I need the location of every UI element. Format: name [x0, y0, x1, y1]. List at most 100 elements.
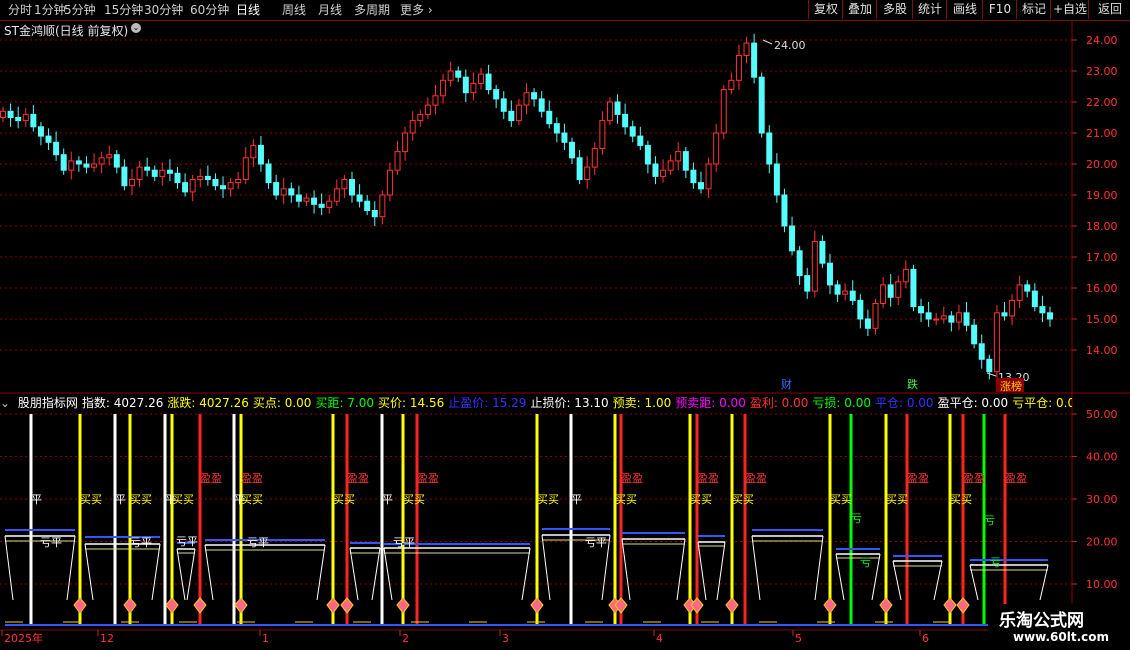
- band-edge: [4, 535, 14, 601]
- buy-signal-text: 买买: [732, 493, 754, 506]
- price-axis-label: 21.00: [1086, 127, 1118, 140]
- candle-body: [204, 175, 211, 180]
- high-price-label: 24.00: [774, 39, 806, 52]
- profit-signal-text: 盈盈: [200, 472, 222, 485]
- candle-body: [918, 306, 925, 314]
- band-edge: [892, 560, 902, 601]
- loss-signal-text: 亏: [851, 512, 862, 525]
- candle-body: [349, 179, 355, 196]
- signal-gem: [943, 597, 957, 614]
- band-edge: [151, 543, 161, 601]
- candle-body: [273, 182, 280, 196]
- indicator-field: 买价: 14.56: [378, 396, 445, 410]
- band-edge: [541, 534, 551, 601]
- candle-body: [250, 144, 257, 159]
- band-edge: [316, 544, 326, 601]
- candle-body: [280, 188, 287, 196]
- band-edge: [383, 547, 393, 601]
- candle-body: [796, 250, 803, 277]
- band-edge: [835, 553, 845, 601]
- candle-body: [933, 318, 940, 321]
- candle-body: [455, 70, 462, 78]
- candle-body: [675, 151, 682, 162]
- candle-body: [743, 42, 750, 56]
- watermark-title: 乐淘公式网: [999, 611, 1084, 631]
- candle-body: [7, 110, 14, 119]
- band-edge: [521, 547, 531, 601]
- candle-body: [606, 101, 613, 122]
- band-edge: [933, 560, 943, 601]
- event-label: 涨榜: [1000, 379, 1022, 393]
- candle-body: [166, 169, 173, 174]
- price-axis-label: 16.00: [1086, 282, 1118, 295]
- candle-body: [30, 113, 37, 128]
- candle-body: [318, 203, 325, 208]
- candle-body: [136, 166, 143, 181]
- candle-body: [986, 358, 993, 373]
- candle-body: [242, 157, 249, 181]
- flat-signal-text: 平: [234, 493, 245, 506]
- candle-body: [978, 343, 985, 360]
- chevron-down-icon[interactable]: ⌄: [0, 396, 14, 410]
- event-label: 财: [781, 377, 792, 391]
- candle-body: [940, 315, 947, 320]
- time-axis-label: 4: [656, 632, 663, 645]
- candle-body: [447, 70, 454, 81]
- loss-signal-text: 亏: [860, 556, 871, 569]
- candle-body: [652, 163, 659, 177]
- candle-body: [713, 132, 720, 165]
- signal-gem: [165, 597, 179, 614]
- candle-body: [569, 141, 576, 159]
- candle-body: [682, 151, 689, 171]
- indicator-field: 盈平仓: 0.00: [937, 396, 1009, 410]
- candle-body: [531, 92, 538, 100]
- flat-signal-text: 平: [165, 493, 176, 506]
- candle-body: [1001, 312, 1008, 317]
- candle-body: [622, 113, 629, 128]
- signal-gem: [73, 597, 87, 614]
- candle-body: [45, 135, 52, 143]
- indicator-axis-label: 20.00: [1086, 536, 1118, 549]
- indicator-field: 涨跌: 4027.26: [167, 396, 249, 410]
- candle-body: [667, 160, 674, 171]
- candle-body: [773, 163, 780, 196]
- candle-body: [781, 194, 788, 227]
- signal-gem: [193, 597, 207, 614]
- indicator-field: 买距: 7.00: [315, 396, 375, 410]
- indicator-field: 预卖距: 0.00: [675, 396, 746, 410]
- high-pointer: [762, 39, 773, 45]
- candle-body: [735, 55, 742, 81]
- candle-body: [91, 163, 98, 168]
- indicator-field: 止损价: 13.10: [530, 396, 609, 410]
- indicator-axis-label: 10.00: [1086, 578, 1118, 591]
- profit-signal-text: 盈盈: [1005, 472, 1027, 485]
- candle-body: [553, 123, 560, 134]
- profit-signal-text: 盈盈: [347, 472, 369, 485]
- candle-body: [515, 104, 522, 122]
- candle-body: [98, 157, 105, 165]
- candle-body: [113, 154, 120, 168]
- signal-gem: [396, 597, 410, 614]
- band-edge: [371, 547, 381, 601]
- event-label: 跌: [907, 377, 918, 391]
- candle-body: [174, 172, 181, 184]
- candle-body: [462, 76, 469, 94]
- band-edge: [621, 538, 631, 601]
- candle-body: [857, 299, 864, 320]
- indicator-field: 平仓: 0.00: [874, 396, 934, 410]
- candle-body: [599, 120, 606, 149]
- candle-body: [925, 312, 932, 320]
- flat-signal-text: 平: [382, 493, 393, 506]
- loss-signal-text: 亏: [990, 556, 1001, 569]
- watermark-url: www.60lt.com: [1013, 630, 1110, 644]
- candle-body: [121, 166, 128, 187]
- candle-body: [235, 179, 242, 184]
- profit-signal-text: 盈盈: [417, 472, 439, 485]
- band-edge: [716, 541, 726, 601]
- time-axis-label: 3: [502, 632, 509, 645]
- candle-body: [963, 312, 970, 326]
- flat-signal-text: 平: [571, 493, 582, 506]
- band-edge: [871, 553, 881, 601]
- buy-signal-text: 买买: [537, 493, 559, 506]
- candle-body: [326, 200, 333, 208]
